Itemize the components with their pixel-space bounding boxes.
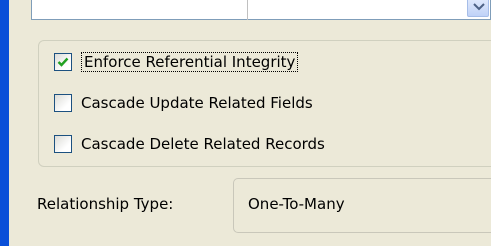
relationship-type-label: Relationship Type: [37,195,174,213]
grid-column-divider [247,0,248,20]
cascade-update-checkbox-row[interactable]: Cascade Update Related Fields [54,92,313,114]
checkmark-icon [57,57,69,67]
cascade-delete-checkbox[interactable] [54,135,72,153]
window-accent-bar [0,0,9,246]
enforce-integrity-label: Enforce Referential Integrity [81,52,299,72]
cascade-delete-checkbox-row[interactable]: Cascade Delete Related Records [54,133,325,155]
relationship-type-field: One-To-Many [233,178,491,233]
cascade-update-label: Cascade Update Related Fields [81,94,313,112]
cascade-update-checkbox[interactable] [54,94,72,112]
relationship-type-value: One-To-Many [248,195,345,213]
cascade-delete-label: Cascade Delete Related Records [81,135,325,153]
field-dropdown-button[interactable] [467,0,489,17]
enforce-integrity-checkbox[interactable] [54,53,72,71]
field-grid[interactable] [31,0,491,20]
chevron-down-icon [473,3,485,11]
enforce-integrity-checkbox-row[interactable]: Enforce Referential Integrity [54,51,299,73]
